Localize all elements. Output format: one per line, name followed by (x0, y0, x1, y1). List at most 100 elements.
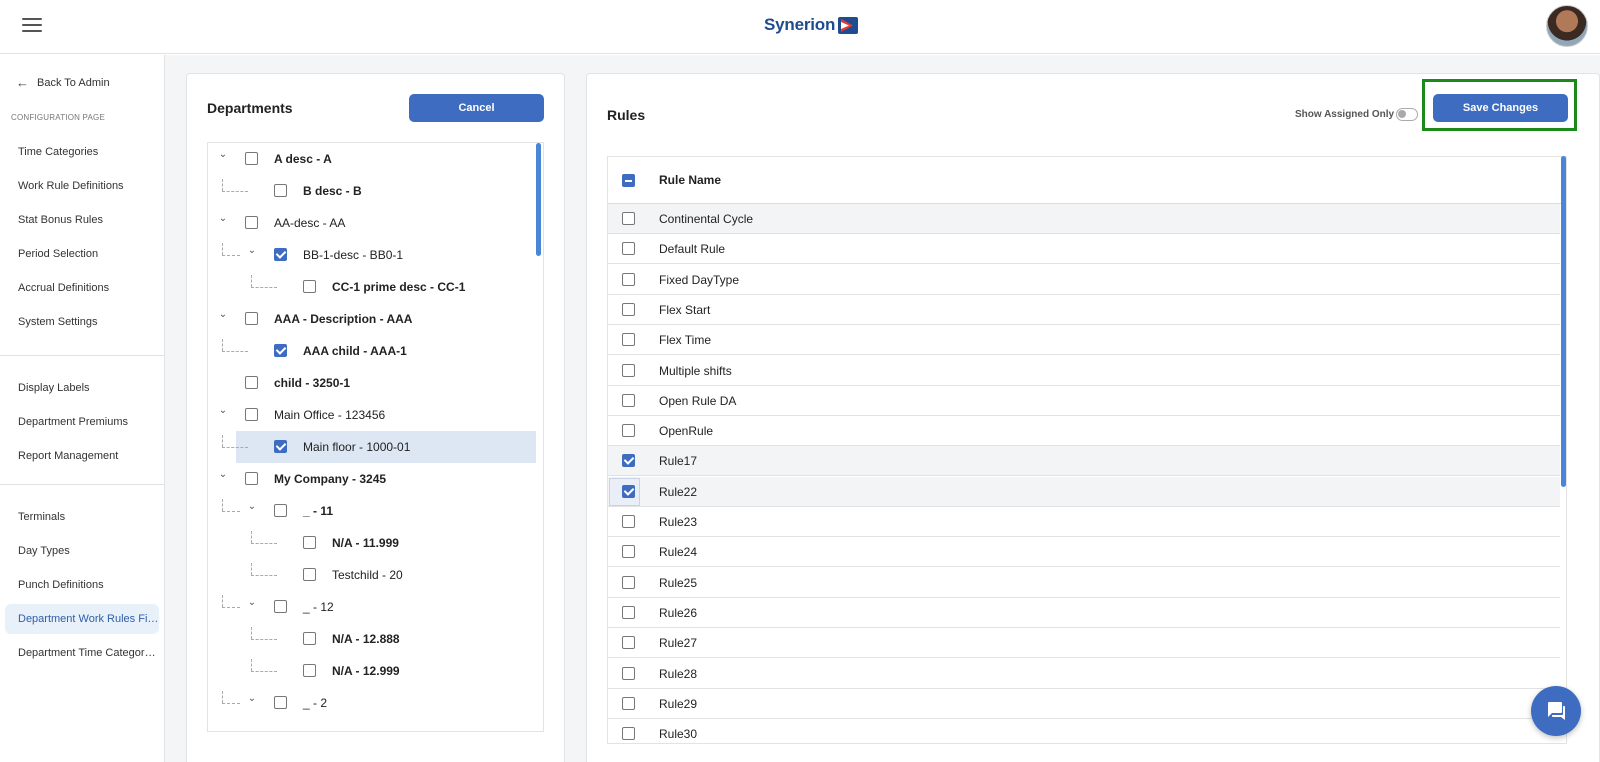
department-checkbox[interactable] (245, 216, 258, 229)
chevron-down-icon[interactable]: ⌄ (247, 501, 257, 512)
tree-scrollbar[interactable] (536, 143, 541, 256)
rule-checkbox[interactable] (622, 393, 635, 407)
department-checkbox[interactable] (245, 472, 258, 485)
rule-checkbox[interactable] (622, 515, 635, 528)
rule-table-row[interactable]: Open Rule DA (608, 386, 1560, 416)
rules-scrollbar[interactable] (1561, 156, 1566, 487)
rule-checkbox[interactable] (622, 727, 635, 741)
department-checkbox[interactable] (274, 344, 287, 357)
chevron-down-icon[interactable]: ⌄ (247, 245, 257, 256)
chat-bubble-icon[interactable] (1531, 686, 1581, 736)
chevron-down-icon[interactable]: ⌄ (218, 469, 228, 480)
rule-table-row[interactable]: Flex Time (608, 325, 1560, 356)
department-label[interactable]: Main Office - 123456 (274, 408, 385, 422)
rule-checkbox[interactable] (622, 212, 635, 225)
department-checkbox[interactable] (274, 184, 287, 197)
sidebar-item-department-work-rules-filter[interactable]: Department Work Rules Filt... (5, 604, 159, 634)
rule-table-row[interactable]: Continental Cycle (608, 204, 1560, 234)
chevron-down-icon[interactable]: ⌄ (218, 309, 228, 320)
rule-table-row[interactable]: Rule30 (608, 719, 1560, 743)
rule-checkbox[interactable] (622, 484, 635, 498)
department-checkbox[interactable] (303, 568, 316, 581)
sidebar-item-report-management[interactable]: Report Management (5, 441, 159, 471)
chevron-down-icon[interactable]: ⌄ (218, 405, 228, 416)
department-checkbox[interactable] (274, 248, 287, 261)
department-checkbox[interactable] (303, 536, 316, 549)
rule-table-row[interactable]: Rule17 (608, 446, 1560, 477)
department-checkbox[interactable] (274, 440, 287, 453)
sidebar-item-accrual-definitions[interactable]: Accrual Definitions (5, 273, 159, 303)
chevron-down-icon[interactable]: ⌄ (218, 213, 228, 224)
sidebar-item-day-types[interactable]: Day Types (5, 536, 159, 566)
department-label[interactable]: Testchild - 20 (332, 568, 403, 582)
rule-checkbox[interactable] (622, 605, 635, 619)
rule-name-column-header[interactable]: Rule Name (659, 173, 721, 187)
department-checkbox[interactable] (245, 312, 258, 325)
hamburger-menu-icon[interactable] (22, 18, 42, 34)
rule-table-row[interactable]: Flex Start (608, 295, 1560, 325)
show-assigned-only-toggle[interactable] (1396, 108, 1418, 121)
rule-checkbox[interactable] (622, 272, 635, 286)
rule-checkbox[interactable] (622, 454, 635, 468)
chevron-down-icon[interactable]: ⌄ (218, 149, 228, 160)
department-label[interactable]: child - 3250-1 (274, 376, 350, 390)
department-label[interactable]: _ - 11 (303, 504, 333, 518)
sidebar-item-terminals[interactable]: Terminals (5, 502, 159, 532)
department-label[interactable]: AA-desc - AA (274, 216, 345, 230)
department-checkbox[interactable] (274, 504, 287, 517)
department-label[interactable]: N/A - 11.999 (332, 536, 399, 550)
rule-table-row[interactable]: Rule24 (608, 537, 1560, 568)
rule-table-row[interactable]: Rule22 (608, 476, 1560, 507)
department-label[interactable]: _ - 12 (303, 600, 334, 614)
department-label[interactable]: N/A - 12.999 (332, 664, 400, 678)
sidebar-item-stat-bonus-rules[interactable]: Stat Bonus Rules (5, 205, 159, 235)
rule-table-row[interactable]: OpenRule (608, 416, 1560, 447)
rule-checkbox[interactable] (622, 363, 635, 377)
rule-table-row[interactable]: Rule25 (608, 568, 1560, 598)
chevron-down-icon[interactable]: ⌄ (247, 597, 257, 608)
rule-table-row[interactable]: Rule26 (608, 598, 1560, 628)
department-label[interactable]: CC-1 prime desc - CC-1 (332, 280, 465, 294)
rule-checkbox[interactable] (622, 666, 635, 680)
rule-table-row[interactable]: Multiple shifts (608, 356, 1560, 386)
back-to-admin-link[interactable]: ← Back To Admin (16, 75, 110, 90)
rule-checkbox[interactable] (622, 636, 635, 650)
department-label[interactable]: My Company - 3245 (274, 472, 386, 486)
rule-table-row[interactable]: Rule27 (608, 628, 1560, 659)
sidebar-item-department-premiums[interactable]: Department Premiums (5, 407, 159, 437)
sidebar-item-work-rule-definitions[interactable]: Work Rule Definitions (5, 171, 159, 201)
department-checkbox[interactable] (245, 376, 258, 389)
sidebar-item-display-labels[interactable]: Display Labels (5, 373, 159, 403)
rule-checkbox[interactable] (622, 545, 635, 559)
rule-checkbox[interactable] (622, 333, 635, 347)
department-label[interactable]: AAA child - AAA-1 (303, 344, 407, 358)
chevron-down-icon[interactable]: ⌄ (247, 693, 257, 704)
department-checkbox[interactable] (303, 664, 316, 677)
department-checkbox[interactable] (274, 696, 287, 709)
department-label[interactable]: _ - 2 (303, 696, 327, 710)
department-label[interactable]: AAA - Description - AAA (274, 312, 412, 326)
department-label[interactable]: B desc - B (303, 184, 362, 198)
sidebar-item-system-settings[interactable]: System Settings (5, 307, 159, 337)
rule-checkbox[interactable] (622, 242, 635, 256)
rule-table-row[interactable]: Rule29 (608, 689, 1560, 719)
sidebar-item-punch-definitions[interactable]: Punch Definitions (5, 570, 159, 600)
save-changes-button[interactable]: Save Changes (1433, 94, 1568, 122)
rule-checkbox[interactable] (622, 424, 635, 438)
department-label[interactable]: A desc - A (274, 152, 332, 166)
department-label[interactable]: N/A - 12.888 (332, 632, 400, 646)
department-label[interactable]: BB-1-desc - BB0-1 (303, 248, 403, 262)
rule-table-row[interactable]: Rule28 (608, 659, 1560, 689)
department-checkbox[interactable] (245, 408, 258, 421)
department-checkbox[interactable] (245, 152, 258, 165)
select-all-checkbox[interactable] (622, 174, 635, 187)
sidebar-item-period-selection[interactable]: Period Selection (5, 239, 159, 269)
department-checkbox[interactable] (303, 632, 316, 645)
rule-checkbox[interactable] (622, 302, 635, 316)
rule-table-row[interactable]: Default Rule (608, 234, 1560, 265)
rule-table-row[interactable]: Rule23 (608, 507, 1560, 537)
department-checkbox[interactable] (303, 280, 316, 293)
rule-checkbox[interactable] (622, 696, 635, 710)
rule-checkbox[interactable] (622, 575, 635, 589)
rule-table-row[interactable]: Fixed DayType (608, 265, 1560, 295)
